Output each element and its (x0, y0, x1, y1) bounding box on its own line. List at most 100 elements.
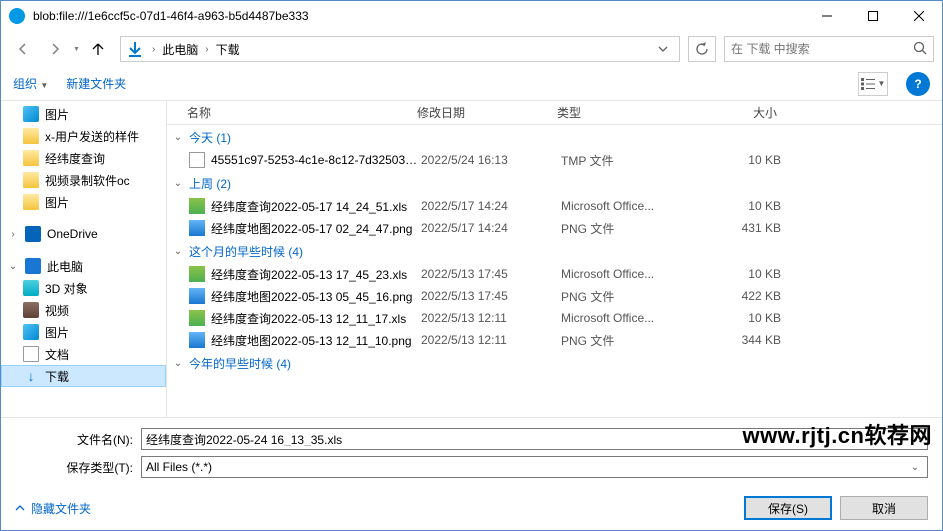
file-row[interactable]: 经纬度地图2022-05-13 05_45_16.png2022/5/13 17… (167, 285, 942, 307)
chevron-down-icon: ⌄ (171, 246, 185, 257)
file-date: 2022/5/17 14:24 (421, 221, 561, 235)
file-row[interactable]: 经纬度查询2022-05-13 17_45_23.xls2022/5/13 17… (167, 263, 942, 285)
save-button[interactable]: 保存(S) (744, 496, 832, 520)
file-name: 经纬度地图2022-05-13 05_45_16.png (211, 288, 421, 305)
chevron-down-icon: ⌄ (7, 261, 19, 272)
file-name: 经纬度地图2022-05-13 12_11_10.png (211, 332, 421, 349)
sidebar-item-folder[interactable]: x-用户发送的样件 (1, 125, 166, 147)
folder-icon (23, 128, 39, 144)
search-box[interactable] (724, 36, 934, 62)
refresh-icon (695, 42, 709, 56)
file-date: 2022/5/13 17:45 (421, 267, 561, 281)
sidebar-item-downloads[interactable]: ↓下载 (1, 365, 166, 387)
window-controls (804, 1, 942, 31)
close-icon (914, 11, 924, 21)
file-row[interactable]: 经纬度查询2022-05-13 12_11_17.xls2022/5/13 12… (167, 307, 942, 329)
main-area: 图片 x-用户发送的样件 经纬度查询 视频录制软件oc 图片 ›OneDrive… (1, 101, 942, 417)
chevron-down-icon: ⌄ (171, 132, 185, 143)
file-icon (189, 152, 205, 168)
back-button[interactable] (9, 35, 37, 63)
file-type: PNG 文件 (561, 220, 701, 237)
file-row[interactable]: 经纬度查询2022-05-17 14_24_51.xls2022/5/17 14… (167, 195, 942, 217)
crumb-sep-icon[interactable]: › (149, 44, 158, 55)
new-folder-button[interactable]: 新建文件夹 (66, 75, 126, 92)
sidebar-item-folder[interactable]: 经纬度查询 (1, 147, 166, 169)
cancel-button[interactable]: 取消 (840, 496, 928, 520)
view-icon (861, 78, 875, 90)
up-button[interactable] (84, 35, 112, 63)
sidebar-item-videos[interactable]: 视频 (1, 299, 166, 321)
sidebar-item-pictures[interactable]: 图片 (1, 321, 166, 343)
file-type: PNG 文件 (561, 288, 701, 305)
sidebar-item-pictures[interactable]: 图片 (1, 103, 166, 125)
file-type: TMP 文件 (561, 152, 701, 169)
refresh-button[interactable] (688, 36, 716, 62)
file-type: Microsoft Office... (561, 267, 701, 281)
minimize-button[interactable] (804, 1, 850, 31)
filename-label: 文件名(N): (61, 431, 133, 448)
filename-input[interactable]: ⌄ (141, 428, 928, 450)
file-type: PNG 文件 (561, 332, 701, 349)
file-name: 经纬度查询2022-05-13 12_11_17.xls (211, 310, 421, 327)
file-group-header[interactable]: ⌄今年的早些时候 (4) (167, 351, 942, 375)
filetype-select[interactable]: All Files (*.*) ⌄ (141, 456, 928, 478)
help-button[interactable]: ? (906, 72, 930, 96)
file-size: 10 KB (701, 311, 781, 325)
file-group-header[interactable]: ⌄上周 (2) (167, 171, 942, 195)
sidebar: 图片 x-用户发送的样件 经纬度查询 视频录制软件oc 图片 ›OneDrive… (1, 101, 167, 417)
file-name: 经纬度地图2022-05-17 02_24_47.png (211, 220, 421, 237)
sidebar-item-3dobjects[interactable]: 3D 对象 (1, 277, 166, 299)
col-name[interactable]: 名称 (187, 104, 417, 121)
col-date[interactable]: 修改日期 (417, 104, 557, 121)
file-type: Microsoft Office... (561, 311, 701, 325)
file-group-header[interactable]: ⌄今天 (1) (167, 125, 942, 149)
address-dropdown-icon[interactable] (651, 37, 675, 61)
close-button[interactable] (896, 1, 942, 31)
file-group-header[interactable]: ⌄这个月的早些时候 (4) (167, 239, 942, 263)
crumb-pc[interactable]: 此电脑 (158, 39, 202, 60)
sidebar-item-folder[interactable]: 图片 (1, 191, 166, 213)
history-dropdown-icon[interactable]: ▼ (73, 46, 80, 53)
picture-icon (23, 106, 39, 122)
maximize-icon (868, 11, 878, 21)
filetype-value: All Files (*.*) (146, 460, 907, 474)
hide-folders-button[interactable]: 隐藏文件夹 (15, 500, 91, 517)
search-icon[interactable] (913, 41, 927, 58)
file-type: Microsoft Office... (561, 199, 701, 213)
file-icon (189, 310, 205, 326)
column-headers: 名称 修改日期 类型 大小 (167, 101, 942, 125)
sidebar-item-thispc[interactable]: ⌄此电脑 (1, 255, 166, 277)
file-row[interactable]: 经纬度地图2022-05-13 12_11_10.png2022/5/13 12… (167, 329, 942, 351)
sidebar-item-onedrive[interactable]: ›OneDrive (1, 223, 166, 245)
file-list-body[interactable]: ⌄今天 (1)45551c97-5253-4c1e-8c12-7d325038.… (167, 125, 942, 417)
file-size: 344 KB (701, 333, 781, 347)
col-size[interactable]: 大小 (697, 104, 777, 121)
sidebar-item-documents[interactable]: 文档 (1, 343, 166, 365)
file-date: 2022/5/13 17:45 (421, 289, 561, 303)
chevron-down-icon[interactable]: ⌄ (907, 462, 923, 473)
3d-icon (23, 280, 39, 296)
chevron-down-icon: ⌄ (171, 178, 185, 189)
chevron-down-icon[interactable]: ⌄ (907, 434, 923, 445)
filename-field[interactable] (146, 432, 907, 446)
folder-icon (23, 150, 39, 166)
chevron-right-icon: › (7, 229, 19, 240)
file-size: 10 KB (701, 153, 781, 167)
pc-icon (25, 258, 41, 274)
footer: 隐藏文件夹 保存(S) 取消 (1, 490, 942, 530)
file-date: 2022/5/13 12:11 (421, 311, 561, 325)
forward-button[interactable] (41, 35, 69, 63)
address-bar[interactable]: › 此电脑 › 下载 (120, 36, 680, 62)
up-icon (90, 41, 106, 57)
file-row[interactable]: 经纬度地图2022-05-17 02_24_47.png2022/5/17 14… (167, 217, 942, 239)
sidebar-item-folder[interactable]: 视频录制软件oc (1, 169, 166, 191)
maximize-button[interactable] (850, 1, 896, 31)
file-row[interactable]: 45551c97-5253-4c1e-8c12-7d325038...2022/… (167, 149, 942, 171)
file-icon (189, 288, 205, 304)
crumb-sep-icon[interactable]: › (202, 44, 211, 55)
crumb-downloads[interactable]: 下载 (212, 39, 244, 60)
col-type[interactable]: 类型 (557, 104, 697, 121)
view-options-button[interactable]: ▼ (858, 72, 888, 96)
search-input[interactable] (731, 42, 913, 56)
organize-menu[interactable]: 组织 ▼ (13, 75, 48, 92)
